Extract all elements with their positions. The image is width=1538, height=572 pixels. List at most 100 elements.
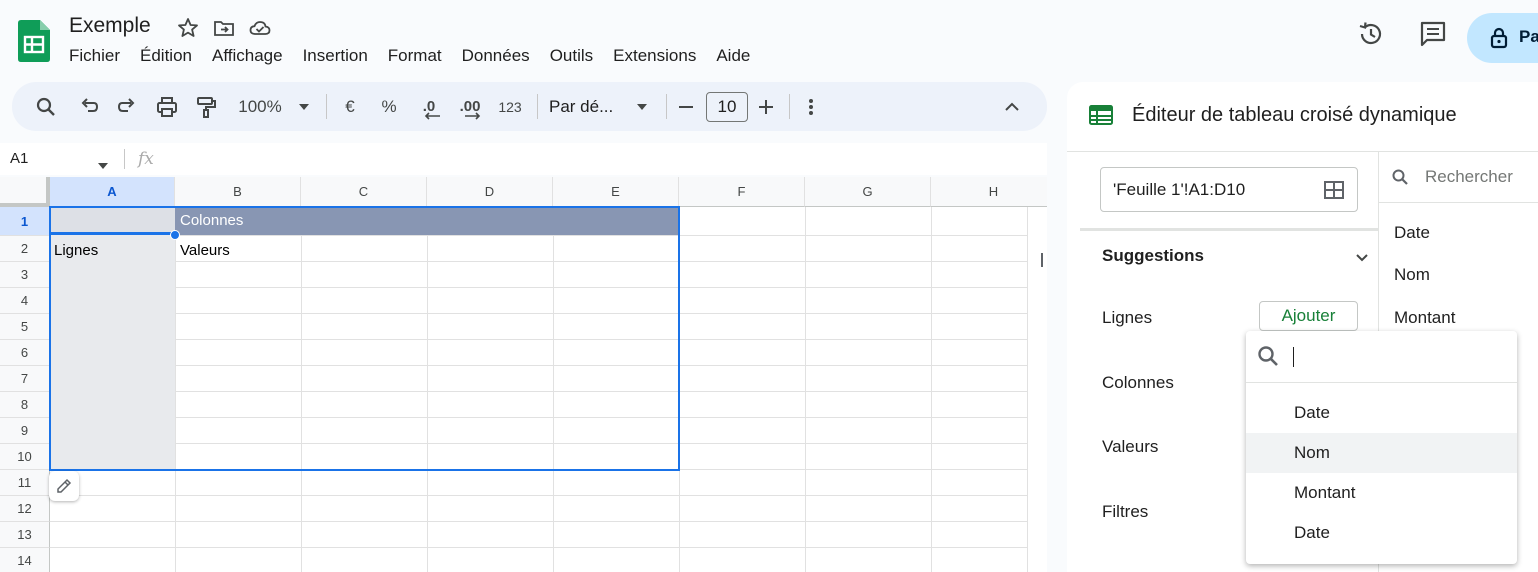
- data-range-input[interactable]: 'Feuille 1'!A1:D10: [1100, 167, 1358, 212]
- column-header-f[interactable]: F: [679, 177, 805, 207]
- row-header-14[interactable]: 14: [0, 548, 50, 572]
- increase-decimals-button[interactable]: .00: [453, 82, 487, 131]
- arrow-left-icon: [424, 112, 440, 120]
- undo-icon[interactable]: [75, 82, 103, 131]
- field-item-montant[interactable]: Montant: [1394, 308, 1455, 328]
- search-menus-icon[interactable]: [32, 82, 60, 131]
- history-icon[interactable]: [1357, 20, 1385, 53]
- dropdown-item-date[interactable]: Date: [1246, 393, 1517, 433]
- filters-section-label: Filtres: [1102, 502, 1149, 521]
- row-header-2[interactable]: 2: [0, 236, 50, 262]
- values-section-label: Valeurs: [1102, 437, 1159, 456]
- row-header-9[interactable]: 9: [0, 418, 50, 444]
- font-size-input[interactable]: 10: [706, 92, 748, 122]
- dropdown-item-nom[interactable]: Nom: [1246, 433, 1517, 473]
- dropdown-item-montant[interactable]: Montant: [1246, 473, 1517, 513]
- name-box[interactable]: A1: [10, 150, 28, 167]
- move-to-folder-icon[interactable]: [212, 16, 236, 40]
- scrollbar-thumb[interactable]: [1041, 253, 1043, 267]
- row-header-3[interactable]: 3: [0, 262, 50, 288]
- share-button-label: Pa: [1519, 27, 1538, 46]
- row-header-1[interactable]: 1: [0, 207, 50, 236]
- row-header-6[interactable]: 6: [0, 340, 50, 366]
- sheets-logo-icon[interactable]: [18, 20, 50, 62]
- pencil-icon: [57, 478, 72, 493]
- select-range-grid-icon[interactable]: [1323, 180, 1345, 205]
- panel-title: Éditeur de tableau croisé dynamique: [1132, 104, 1457, 126]
- column-header-c[interactable]: C: [301, 177, 427, 207]
- add-rows-button[interactable]: Ajouter: [1259, 301, 1358, 331]
- pivot-range-selection: [49, 206, 680, 471]
- more-formats-button[interactable]: 123: [494, 82, 526, 131]
- vertical-scrollbar[interactable]: [1027, 207, 1047, 572]
- column-header-g[interactable]: G: [805, 177, 931, 207]
- menu-format[interactable]: Format: [388, 46, 452, 66]
- field-search-input[interactable]: Rechercher: [1425, 167, 1513, 187]
- column-header-d[interactable]: D: [427, 177, 553, 207]
- toolbar: 100% € % .0 .00 123 Par dé... 10: [12, 82, 1047, 131]
- column-header-h[interactable]: H: [931, 177, 1047, 207]
- share-button[interactable]: Pa: [1467, 13, 1538, 63]
- row-header-12[interactable]: 12: [0, 496, 50, 522]
- row-header-13[interactable]: 13: [0, 522, 50, 548]
- field-item-nom[interactable]: Nom: [1394, 265, 1430, 285]
- comments-icon[interactable]: [1419, 20, 1447, 53]
- percent-format-button[interactable]: %: [376, 82, 402, 131]
- zoom-value: 100%: [238, 96, 282, 116]
- row-header-7[interactable]: 7: [0, 366, 50, 392]
- star-icon[interactable]: [176, 16, 200, 40]
- column-header-e[interactable]: E: [553, 177, 679, 207]
- column-header-a[interactable]: A: [50, 177, 175, 207]
- formula-bar: A1 fx: [0, 143, 1047, 175]
- redo-icon[interactable]: [113, 82, 141, 131]
- menu-outils[interactable]: Outils: [550, 46, 603, 66]
- increase-font-size-icon[interactable]: [754, 82, 778, 131]
- column-header-b[interactable]: B: [175, 177, 301, 207]
- spreadsheet-grid[interactable]: A B C D E F G H 1 2 3 4 5 6 7 8 9 10 11 …: [0, 177, 1047, 572]
- menu-aide[interactable]: Aide: [716, 46, 760, 66]
- menu-affichage[interactable]: Affichage: [212, 46, 293, 66]
- fill-handle[interactable]: [170, 230, 180, 240]
- menu-donnees[interactable]: Données: [462, 46, 540, 66]
- edit-pivot-button[interactable]: [49, 471, 79, 501]
- row-header-5[interactable]: 5: [0, 314, 50, 340]
- currency-format-button[interactable]: €: [337, 82, 363, 131]
- suggestions-chevron-down-icon[interactable]: [1355, 250, 1369, 268]
- dropdown-item-date-2[interactable]: Date: [1246, 513, 1517, 553]
- pivot-table-icon: [1089, 105, 1113, 130]
- paint-format-icon[interactable]: [192, 82, 220, 131]
- name-box-dropdown-icon[interactable]: [98, 156, 108, 174]
- decrease-font-size-icon[interactable]: [674, 82, 698, 131]
- menu-edition[interactable]: Édition: [140, 46, 202, 66]
- fx-icon: fx: [138, 149, 154, 169]
- menu-fichier[interactable]: Fichier: [69, 46, 130, 66]
- field-item-date[interactable]: Date: [1394, 223, 1430, 243]
- font-value: Par dé...: [549, 96, 614, 116]
- font-dropdown-arrow-icon[interactable]: [632, 82, 652, 131]
- row-header-11[interactable]: 11: [0, 470, 50, 496]
- dropdown-search-input[interactable]: [1293, 347, 1294, 367]
- active-cell-outline: [49, 206, 176, 235]
- document-title[interactable]: Exemple: [69, 14, 151, 38]
- menu-extensions[interactable]: Extensions: [613, 46, 706, 66]
- suggestions-label[interactable]: Suggestions: [1102, 246, 1204, 266]
- zoom-dropdown-arrow-icon[interactable]: [294, 82, 314, 131]
- select-all-corner[interactable]: [0, 177, 50, 207]
- add-field-dropdown: Date Nom Montant Date: [1246, 331, 1517, 564]
- formula-input[interactable]: [166, 143, 1047, 175]
- field-search-icon: [1391, 168, 1409, 191]
- cloud-saved-icon[interactable]: [248, 16, 272, 40]
- font-select[interactable]: Par dé...: [549, 82, 637, 131]
- decrease-decimals-button[interactable]: .0: [414, 82, 444, 131]
- arrow-right-icon: [465, 112, 481, 120]
- menu-insertion[interactable]: Insertion: [303, 46, 378, 66]
- columns-section-label: Colonnes: [1102, 373, 1174, 392]
- row-header-8[interactable]: 8: [0, 392, 50, 418]
- collapse-menus-chevron-up-icon[interactable]: [1000, 82, 1024, 131]
- rows-section-label: Lignes: [1102, 308, 1153, 327]
- zoom-select[interactable]: 100%: [232, 82, 288, 131]
- more-options-icon[interactable]: [801, 82, 821, 131]
- row-header-4[interactable]: 4: [0, 288, 50, 314]
- print-icon[interactable]: [153, 82, 181, 131]
- row-header-10[interactable]: 10: [0, 444, 50, 470]
